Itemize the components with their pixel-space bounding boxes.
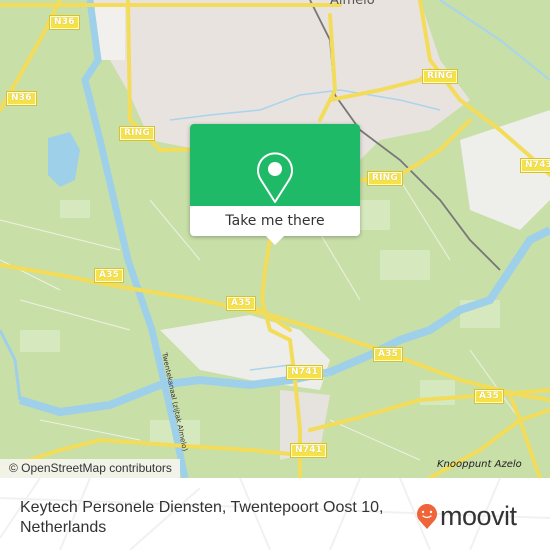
road-label-ring: RING [367,171,403,186]
map-attribution[interactable]: © OpenStreetMap contributors [0,459,180,478]
road-label-n741: N741 [285,365,324,380]
road-label-a35: A35 [225,296,257,311]
junction-label: Knooppunt Azelo [437,459,522,470]
moovit-logo[interactable]: moovit [416,500,517,532]
road-label-ring: RING [422,69,458,84]
road-label-n36: N36 [49,15,80,30]
lake [48,132,80,187]
location-popup: Take me there [190,124,360,245]
popup-pointer [266,236,284,245]
place-label-almelo: Almelo [330,0,375,8]
location-pin-icon [257,152,293,203]
road-label-ring: RING [119,126,155,141]
address-text: Keytech Personele Diensten, Twentepoort … [20,499,384,536]
take-me-there-button[interactable]: Take me there [190,206,360,236]
road-label-a35: A35 [93,268,125,283]
road-label-n743: N743 [519,158,550,173]
moovit-pin-icon [417,504,437,529]
road-label-n741: N741 [289,443,328,458]
stream [0,329,22,401]
stream [439,0,550,81]
road-label-a35: A35 [372,347,404,362]
road-label-n36: N36 [6,91,37,106]
popup-header [190,124,360,206]
moovit-wordmark: moovit [440,500,517,531]
footer: Keytech Personele Diensten, Twentepoort … [0,478,550,550]
road-label-a35: A35 [473,389,505,404]
map-view[interactable]: Almelo N36 N36 RING RING RING N743 A35 A… [0,0,550,478]
